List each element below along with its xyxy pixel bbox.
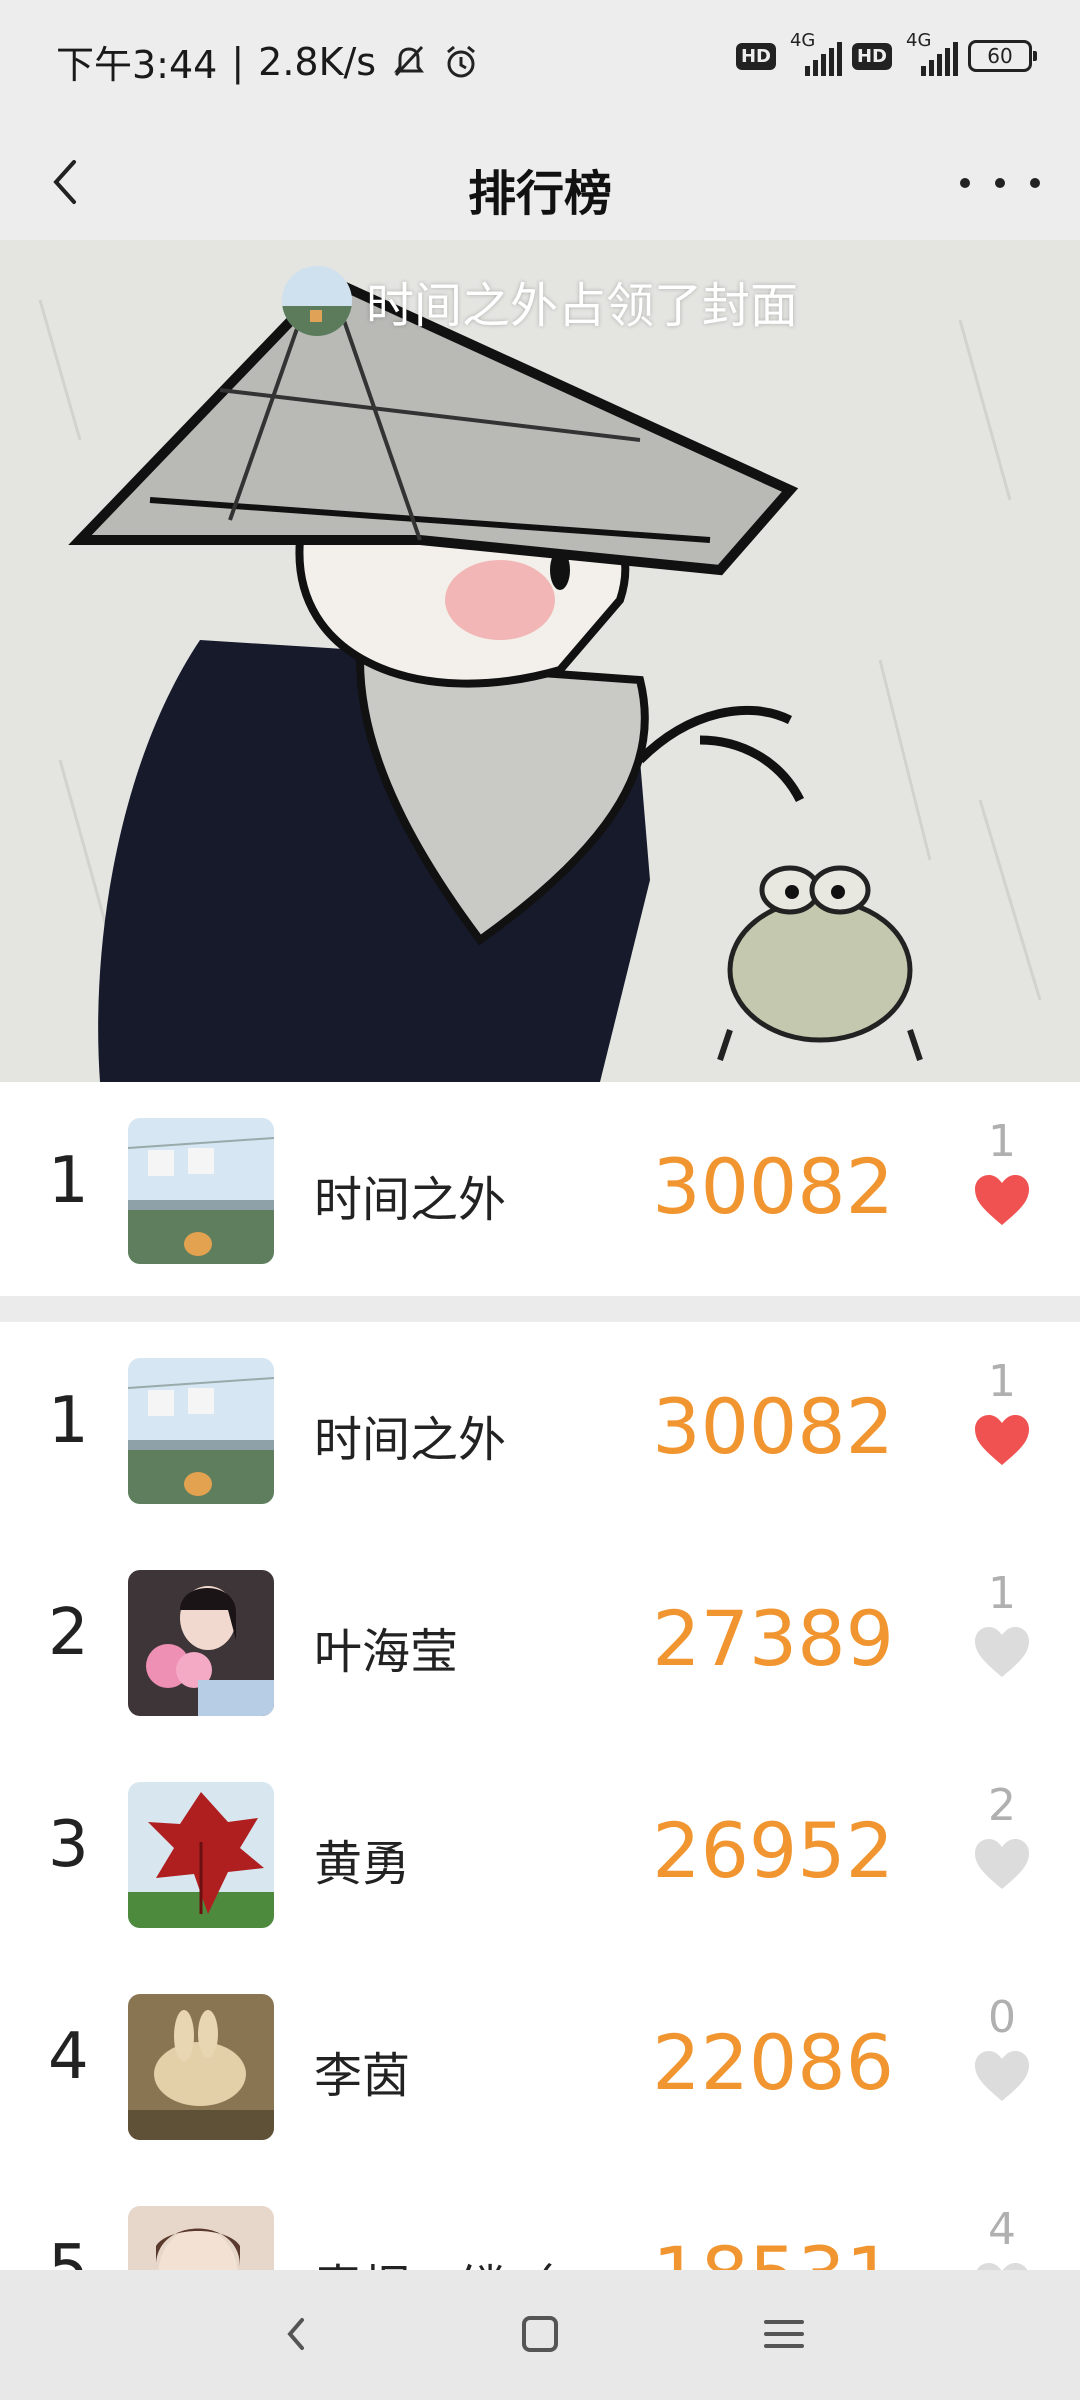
user-name: 时间之外 bbox=[314, 1412, 507, 1468]
nav-back-button[interactable] bbox=[266, 2304, 326, 2364]
my-rank-row[interactable]: 1 时间之外 30082 1 bbox=[0, 1082, 1080, 1294]
like-count: 0 bbox=[988, 1992, 1016, 2043]
user-name: 叶海莹 bbox=[314, 1624, 459, 1680]
leaderboard-row[interactable]: 2 叶海莹 27389 1 bbox=[0, 1534, 1080, 1748]
hd-badge-2: HD bbox=[851, 42, 892, 70]
like-count: 2 bbox=[988, 1780, 1016, 1831]
leaderboard-row[interactable]: 4 李茵 22086 0 bbox=[0, 1958, 1080, 2172]
avatar[interactable] bbox=[128, 1118, 274, 1264]
status-left: 下午3:44 | 2.8K/s bbox=[56, 34, 480, 89]
like-button[interactable]: 1 bbox=[950, 1116, 1054, 1227]
like-button[interactable]: 2 bbox=[950, 1780, 1054, 1891]
heart-icon-outline bbox=[975, 2051, 1029, 2101]
system-nav-bar bbox=[0, 2270, 1080, 2400]
like-button[interactable]: 0 bbox=[950, 1992, 1054, 2103]
hd-badge-1: HD bbox=[735, 42, 776, 70]
status-speed: 2.8K/s bbox=[258, 39, 377, 84]
nav-back-icon bbox=[287, 2318, 304, 2350]
cover-caption: 时间之外占领了封面 bbox=[0, 266, 1080, 336]
cover-owner-avatar bbox=[281, 266, 352, 336]
avatar[interactable] bbox=[128, 1994, 274, 2140]
nav-menu-icon bbox=[764, 2320, 804, 2348]
more-dot-icon bbox=[995, 178, 1005, 188]
page-title: 排行榜 bbox=[467, 166, 612, 222]
avatar[interactable] bbox=[128, 1782, 274, 1928]
user-name: 时间之外 bbox=[314, 1172, 507, 1228]
like-button[interactable]: 1 bbox=[950, 1568, 1054, 1679]
more-button[interactable] bbox=[960, 158, 1040, 208]
battery-level: 60 bbox=[987, 44, 1013, 68]
step-count: 30082 bbox=[652, 1142, 894, 1231]
heart-icon-outline bbox=[975, 1627, 1029, 1677]
cover-illustration bbox=[0, 240, 1080, 1082]
more-dot-icon bbox=[960, 178, 970, 188]
heart-icon-filled bbox=[975, 1175, 1029, 1225]
heart-icon-outline bbox=[975, 1839, 1029, 1889]
rank-number: 2 bbox=[48, 1596, 89, 1670]
like-count: 1 bbox=[988, 1356, 1016, 1407]
leaderboard-row[interactable]: 3 黄勇 26952 2 bbox=[0, 1746, 1080, 1960]
like-count: 1 bbox=[988, 1116, 1016, 1167]
step-count: 26952 bbox=[652, 1806, 894, 1895]
nav-menu-button[interactable] bbox=[754, 2304, 814, 2364]
battery-icon: 60 bbox=[968, 40, 1037, 72]
rank-number: 1 bbox=[48, 1384, 89, 1458]
status-divider: | bbox=[231, 39, 245, 84]
alarm-icon bbox=[447, 45, 476, 77]
rank-number: 4 bbox=[48, 2020, 89, 2094]
bell-muted-icon bbox=[394, 45, 425, 76]
step-count: 30082 bbox=[652, 1382, 894, 1471]
more-dot-icon bbox=[1030, 178, 1040, 188]
step-count: 22086 bbox=[652, 2018, 894, 2107]
step-count: 27389 bbox=[652, 1594, 894, 1683]
cover-image[interactable]: 时间之外占领了封面 bbox=[0, 240, 1080, 1082]
like-button[interactable]: 1 bbox=[950, 1356, 1054, 1467]
nav-home-icon bbox=[522, 2316, 558, 2352]
status-time: 下午3:44 bbox=[56, 43, 218, 87]
user-name: 黄勇 bbox=[314, 1836, 411, 1892]
signal-icon-2: 4G bbox=[902, 30, 958, 76]
status-right: HD 4G HD 4G 60 bbox=[735, 30, 1037, 76]
signal-icon-1: 4G bbox=[786, 30, 842, 76]
avatar[interactable] bbox=[128, 1358, 274, 1504]
rank-number: 3 bbox=[48, 1808, 89, 1882]
nav-home-button[interactable] bbox=[510, 2304, 570, 2364]
heart-icon-filled bbox=[975, 1415, 1029, 1465]
like-count: 1 bbox=[988, 1568, 1016, 1619]
rank-number: 1 bbox=[48, 1144, 89, 1218]
app-header: 排行榜 bbox=[0, 124, 1080, 240]
user-name: 李茵 bbox=[314, 2048, 411, 2104]
avatar[interactable] bbox=[128, 1570, 274, 1716]
section-divider bbox=[0, 1296, 1080, 1322]
like-count: 4 bbox=[988, 2204, 1016, 2255]
cover-caption-text: 时间之外占领了封面 bbox=[365, 278, 798, 334]
leaderboard-row[interactable]: 1 时间之外 30082 1 bbox=[0, 1322, 1080, 1536]
status-bar: 下午3:44 | 2.8K/s HD 4G HD 4G 60 bbox=[0, 0, 1080, 124]
